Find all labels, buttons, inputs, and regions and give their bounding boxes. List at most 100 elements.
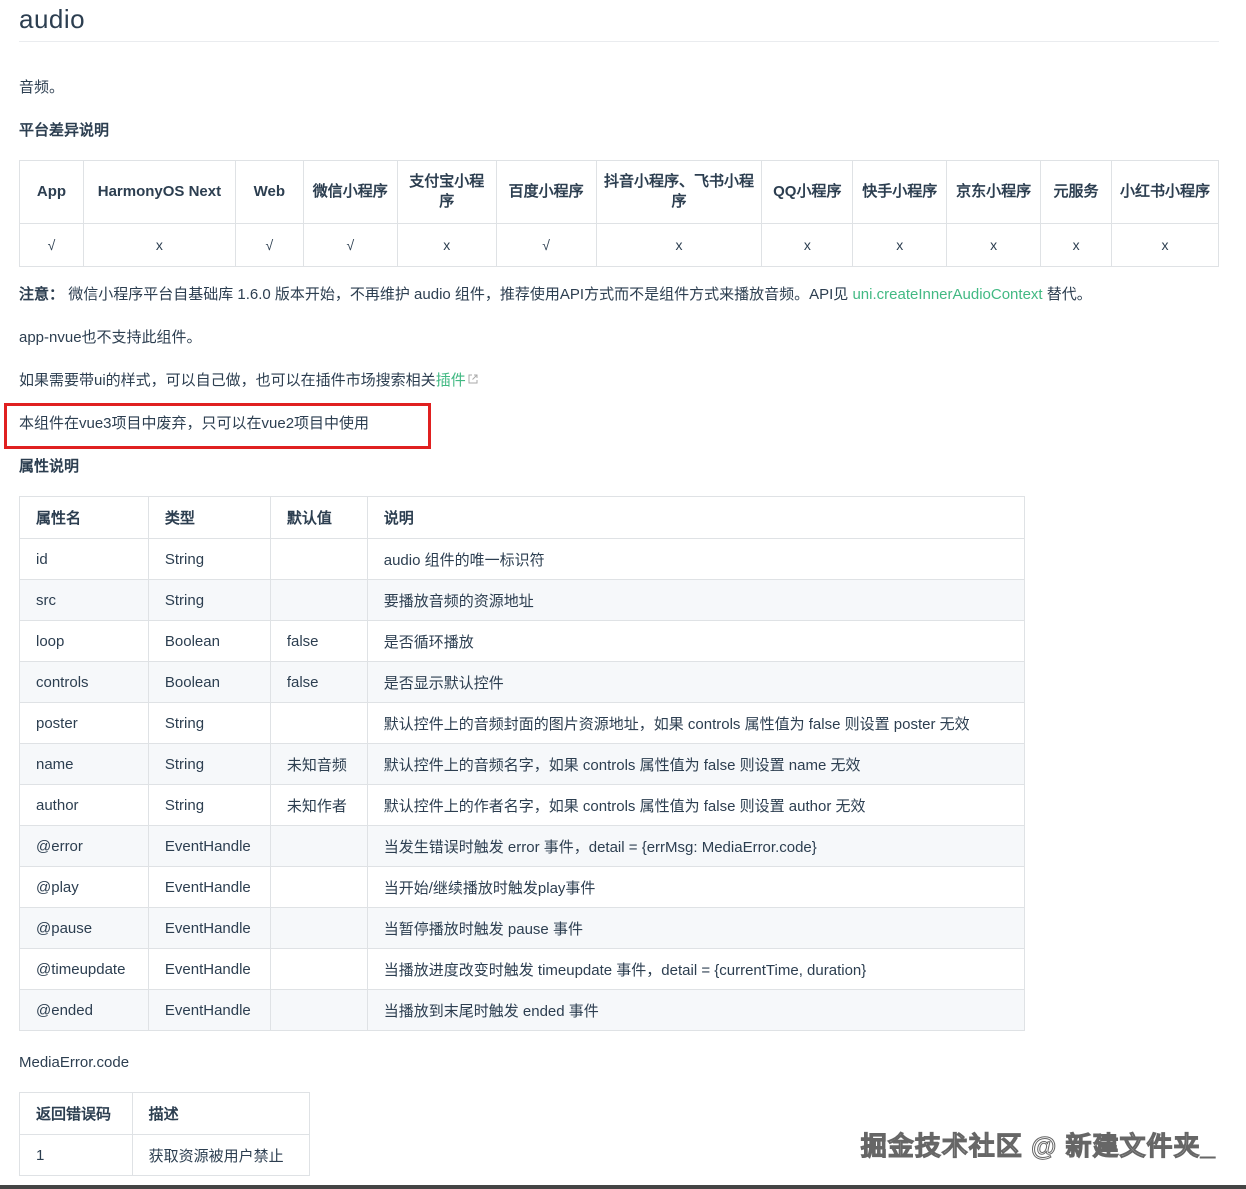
- platform-header-cell: 百度小程序: [495, 160, 597, 224]
- table-row: @error EventHandle 当发生错误时触发 error 事件，detai…: [19, 825, 1026, 867]
- table-cell: String: [147, 743, 271, 785]
- platform-value-cell: x: [82, 223, 236, 267]
- table-cell: 当发生错误时触发 error 事件，detail = {errMsg: Medi…: [366, 825, 1026, 867]
- table-cell: EventHandle: [147, 948, 271, 990]
- intro-text: 音频。: [19, 79, 65, 96]
- platform-value-cell: x: [761, 223, 854, 267]
- attr-header-cell: 默认值: [269, 496, 368, 539]
- table-cell: String: [147, 702, 271, 744]
- error-table: 返回错误码 描述 1 获取资源被用户禁止: [19, 1092, 311, 1176]
- table-cell: controls: [19, 661, 149, 703]
- plugin-link[interactable]: 插件: [436, 372, 478, 389]
- platform-value-cell: √: [302, 223, 398, 267]
- platform-value-cell: x: [595, 223, 763, 267]
- platform-value-cell: x: [852, 223, 948, 267]
- table-row: poster String 默认控件上的音频封面的图片资源地址，如果 control…: [19, 702, 1026, 744]
- platform-heading: 平台差异说明: [19, 122, 110, 139]
- table-row: src String 要播放音频的资源地址: [19, 579, 1026, 621]
- platform-header-cell: HarmonyOS Next: [82, 160, 236, 224]
- table-row: 1 获取资源被用户禁止: [19, 1134, 311, 1176]
- table-cell: 1: [19, 1134, 133, 1176]
- bottom-bar: [0, 1185, 1246, 1189]
- table-cell: false: [269, 661, 368, 703]
- mediaerror-heading: MediaError.code: [19, 1054, 130, 1071]
- platform-value-cell: x: [1111, 223, 1219, 267]
- platform-header-cell: Web: [234, 160, 304, 224]
- attr-header-cell: 类型: [147, 496, 271, 539]
- attr-header-row: 属性名 类型 默认值 说明: [19, 496, 1026, 539]
- platform-header-row: App HarmonyOS Next Web 微信小程序 支付宝小程序 百度小程序 抖音小程…: [19, 160, 1219, 224]
- table-cell: Boolean: [147, 620, 271, 662]
- platform-value-cell: x: [1040, 223, 1113, 267]
- table-cell: String: [147, 579, 271, 621]
- platform-header-cell: 支付宝小程序: [396, 160, 497, 224]
- nvue-note: app-nvue也不支持此组件。: [19, 329, 202, 346]
- table-row: id String audio 组件的唯一标识符: [19, 538, 1026, 580]
- table-cell: EventHandle: [147, 989, 271, 1031]
- table-cell: author: [19, 784, 149, 826]
- error-header-row: 返回错误码 描述: [19, 1092, 311, 1135]
- external-link-icon: [468, 374, 478, 384]
- plugin-link-label: 插件: [435, 372, 466, 389]
- inner-audio-context-link[interactable]: uni.createInnerAudioContext: [852, 286, 1042, 303]
- table-row: controls Boolean false 是否显示默认控件: [19, 661, 1026, 703]
- table-cell: 当播放到末尾时触发 ended 事件: [366, 989, 1026, 1031]
- platform-value-cell: x: [946, 223, 1042, 267]
- error-header-cell: 返回错误码: [19, 1092, 133, 1135]
- platform-header-cell: 京东小程序: [946, 160, 1042, 224]
- table-cell: loop: [19, 620, 149, 662]
- platform-header-cell: 微信小程序: [302, 160, 398, 224]
- table-cell: 当暂停播放时触发 pause 事件: [366, 907, 1026, 949]
- table-cell: [269, 948, 368, 990]
- table-row: @timeupdate EventHandle 当播放进度改变时触发 timeupd…: [19, 948, 1026, 990]
- table-cell: EventHandle: [147, 825, 271, 867]
- table-cell: [269, 579, 368, 621]
- table-cell: audio 组件的唯一标识符: [366, 538, 1026, 580]
- table-cell: @play: [19, 866, 149, 908]
- platform-value-cell: x: [396, 223, 497, 267]
- table-row: @ended EventHandle 当播放到末尾时触发 ended 事件: [19, 989, 1026, 1031]
- table-cell: @timeupdate: [19, 948, 149, 990]
- table-cell: 获取资源被用户禁止: [131, 1134, 311, 1176]
- title-divider: [19, 41, 1219, 42]
- error-table-body: 1 获取资源被用户禁止: [19, 1134, 311, 1176]
- attr-table: 属性名 类型 默认值 说明 id String audio 组件的唯一标识符 src Stri…: [19, 496, 1026, 1031]
- table-cell: false: [269, 620, 368, 662]
- note-text: 微信小程序平台自基础库 1.6.0 版本开始，不再维护 audio 组件，推荐使…: [68, 286, 849, 303]
- table-cell: 是否显示默认控件: [366, 661, 1026, 703]
- table-row: name String 未知音频 默认控件上的音频名字，如果 controls 属性值…: [19, 743, 1026, 785]
- attr-header-cell: 属性名: [19, 496, 149, 539]
- platform-values-row: √ x √ √ x √ x x x x x x: [19, 223, 1219, 267]
- table-cell: 默认控件上的作者名字，如果 controls 属性值为 false 则设置 au…: [366, 784, 1026, 826]
- table-cell: poster: [19, 702, 149, 744]
- table-cell: [269, 825, 368, 867]
- platform-header-cell: 抖音小程序、飞书小程序: [595, 160, 763, 224]
- table-cell: name: [19, 743, 149, 785]
- attr-heading: 属性说明: [19, 458, 80, 475]
- highlight-box: [4, 403, 431, 449]
- note-paragraph: 注意： 微信小程序平台自基础库 1.6.0 版本开始，不再维护 audio 组件…: [19, 284, 1092, 306]
- table-cell: @pause: [19, 907, 149, 949]
- table-cell: String: [147, 784, 271, 826]
- note-suffix: 替代。: [1046, 286, 1092, 303]
- table-row: @pause EventHandle 当暂停播放时触发 pause 事件: [19, 907, 1026, 949]
- table-cell: [269, 702, 368, 744]
- table-cell: 要播放音频的资源地址: [366, 579, 1026, 621]
- table-cell: @ended: [19, 989, 149, 1031]
- ui-note-text: 如果需要带ui的样式，可以自己做，也可以在插件市场搜索相关: [19, 372, 436, 389]
- platform-value-cell: √: [495, 223, 597, 267]
- platform-value-cell: √: [234, 223, 304, 267]
- table-row: author String 未知作者 默认控件上的作者名字，如果 controls 属…: [19, 784, 1026, 826]
- table-cell: [269, 866, 368, 908]
- table-cell: 未知作者: [269, 784, 368, 826]
- note-label: 注意：: [19, 286, 65, 303]
- table-row: @play EventHandle 当开始/继续播放时触发play事件: [19, 866, 1026, 908]
- page-title: audio: [19, 4, 86, 34]
- attr-table-body: id String audio 组件的唯一标识符 src String 要播放音频的资源地…: [19, 538, 1026, 1031]
- table-cell: EventHandle: [147, 907, 271, 949]
- table-cell: [269, 989, 368, 1031]
- table-cell: 默认控件上的音频名字，如果 controls 属性值为 false 则设置 na…: [366, 743, 1026, 785]
- platform-header-cell: 快手小程序: [852, 160, 948, 224]
- platform-table: App HarmonyOS Next Web 微信小程序 支付宝小程序 百度小程序 抖音小程…: [19, 160, 1219, 267]
- platform-value-cell: √: [19, 223, 84, 267]
